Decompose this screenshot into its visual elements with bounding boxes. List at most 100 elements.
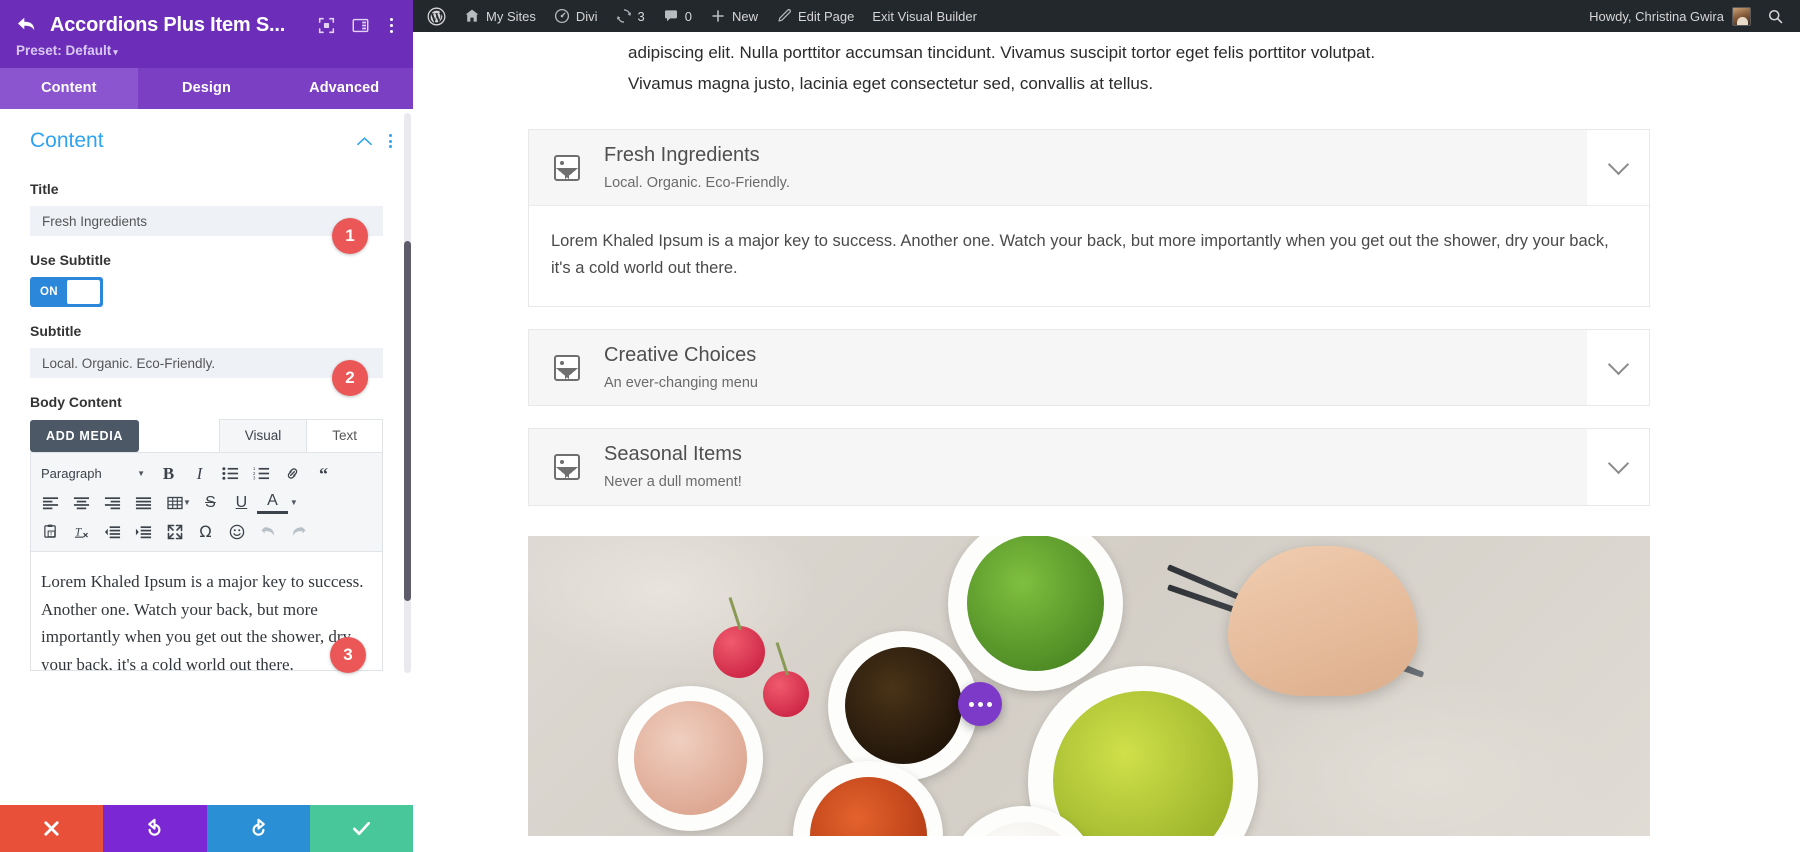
outdent-icon[interactable] — [97, 518, 128, 546]
undo-icon[interactable] — [252, 518, 283, 546]
updates-count: 3 — [637, 8, 645, 24]
updates-menu[interactable]: 3 — [607, 0, 654, 32]
comments-menu[interactable]: 0 — [654, 0, 701, 32]
align-left-icon[interactable] — [35, 489, 66, 517]
panel-title: Accordions Plus Item S... — [50, 14, 286, 36]
text-color-icon[interactable]: A — [256, 492, 288, 514]
indent-icon[interactable] — [128, 518, 159, 546]
accordion-body: Lorem Khaled Ipsum is a major key to suc… — [529, 205, 1649, 305]
use-subtitle-toggle[interactable]: ON — [30, 277, 103, 307]
editor-topbar: ADD MEDIA Visual Text — [30, 419, 383, 452]
numbered-list-icon[interactable]: 123 — [246, 460, 277, 488]
screen-root: My Sites Divi 3 0 New Edit Page Exit Vis… — [0, 0, 1800, 852]
editor-tab-visual[interactable]: Visual — [218, 419, 308, 452]
editor-mode-tabs: Visual Text — [218, 419, 383, 452]
chevron-down-icon — [1607, 353, 1629, 376]
accordion-header[interactable]: Fresh Ingredients Local. Organic. Eco-Fr… — [529, 130, 1649, 206]
link-icon[interactable] — [277, 460, 308, 488]
my-sites-menu[interactable]: My Sites — [455, 0, 545, 32]
avatar — [1732, 6, 1751, 26]
subtitle-label: Subtitle — [30, 323, 82, 339]
accordion-toggle[interactable] — [1587, 130, 1649, 206]
paragraph-line-2: Vivamus magna justo, lacinia eget consec… — [628, 73, 1154, 93]
accordion-header-text: Fresh Ingredients Local. Organic. Eco-Fr… — [604, 130, 1587, 205]
divi-dashboard-icon — [554, 8, 570, 24]
expand-icon[interactable] — [318, 17, 335, 34]
tab-design[interactable]: Design — [138, 68, 276, 109]
undo-button[interactable] — [103, 805, 207, 852]
more-options-icon[interactable] — [386, 16, 397, 35]
body-editor: ADD MEDIA Visual Text Paragraph ▼ B I 1 … — [30, 419, 383, 673]
wp-admin-bar: My Sites Divi 3 0 New Edit Page Exit Vis… — [413, 0, 1800, 32]
accordion-item-creative-choices: Creative Choices An ever-changing menu — [528, 328, 1650, 407]
badge-1: 1 — [332, 218, 368, 254]
editor-toolbar: Paragraph ▼ B I 123 “ ▼ S U A ▼ T T Ω — [30, 452, 383, 551]
clear-formatting-icon[interactable]: T — [66, 518, 97, 546]
wordpress-logo-icon — [427, 7, 446, 26]
accordion-title: Creative Choices — [604, 343, 757, 366]
redo-button[interactable] — [206, 805, 310, 852]
accordion-toggle[interactable] — [1587, 429, 1649, 505]
accordion-icon-wrap — [529, 130, 604, 205]
search-icon[interactable] — [1757, 8, 1800, 25]
section-options-icon[interactable] — [386, 134, 395, 148]
exit-visual-builder-button[interactable]: Exit Visual Builder — [863, 0, 986, 32]
floating-options-button[interactable] — [958, 682, 1002, 726]
fullscreen-icon[interactable] — [159, 518, 190, 546]
accordion-icon-wrap — [529, 429, 604, 504]
svg-text:T: T — [74, 526, 81, 538]
panel-tabs: Content Design Advanced — [0, 68, 413, 109]
underline-icon[interactable]: U — [226, 489, 257, 517]
add-media-button[interactable]: ADD MEDIA — [30, 420, 140, 452]
accordion-header-text: Creative Choices An ever-changing menu — [604, 330, 1587, 405]
special-character-icon[interactable]: Ω — [190, 518, 221, 546]
panel-layout-icon[interactable] — [352, 17, 369, 34]
content-section-header: Content — [0, 109, 413, 165]
editor-tab-text[interactable]: Text — [306, 419, 383, 452]
strikethrough-icon[interactable]: S — [195, 489, 226, 517]
howdy-label: Howdy, Christina Gwira — [1589, 8, 1724, 24]
bulleted-list-icon[interactable] — [215, 460, 246, 488]
use-subtitle-label: Use Subtitle — [30, 252, 111, 268]
chevron-up-icon[interactable] — [357, 136, 372, 146]
save-button[interactable] — [309, 805, 413, 852]
format-select[interactable]: Paragraph ▼ — [35, 460, 153, 488]
my-sites-label: My Sites — [486, 8, 536, 24]
accordion-title: Fresh Ingredients — [604, 144, 760, 167]
emoji-icon[interactable] — [221, 518, 252, 546]
title-input[interactable]: Fresh Ingredients — [30, 206, 383, 236]
accordion-toggle[interactable] — [1587, 329, 1649, 406]
discard-button[interactable] — [0, 805, 104, 852]
image-placeholder-icon — [553, 453, 580, 480]
align-justify-icon[interactable] — [128, 489, 159, 517]
panel-action-bar — [0, 805, 413, 852]
blockquote-icon[interactable]: “ — [308, 460, 339, 488]
tab-content[interactable]: Content — [0, 68, 138, 109]
accordion-header[interactable]: Seasonal Items Never a dull moment! — [529, 429, 1649, 505]
paste-as-text-icon[interactable]: T — [35, 518, 66, 546]
preset-selector[interactable]: Preset: Default ▾ — [16, 43, 397, 58]
subtitle-input[interactable]: Local. Organic. Eco-Friendly. — [30, 348, 383, 378]
divi-menu[interactable]: Divi — [545, 0, 607, 32]
badge-2: 2 — [332, 360, 368, 396]
accordion-subtitle: An ever-changing menu — [604, 374, 758, 391]
align-right-icon[interactable] — [97, 489, 128, 517]
accordion-subtitle: Never a dull moment! — [604, 474, 742, 491]
align-center-icon[interactable] — [66, 489, 97, 517]
new-content-menu[interactable]: New — [701, 0, 767, 32]
table-dropdown-caret[interactable]: ▼ — [183, 498, 191, 507]
accordion-icon-wrap — [529, 330, 604, 405]
edit-page-button[interactable]: Edit Page — [767, 0, 863, 32]
tab-advanced[interactable]: Advanced — [275, 68, 413, 109]
paragraph-line-1: adipiscing elit. Nulla porttitor accumsa… — [628, 43, 1376, 62]
account-menu[interactable]: Howdy, Christina Gwira — [1589, 6, 1757, 26]
toolbar-row-2: ▼ S U A ▼ — [35, 488, 378, 517]
accordion-list: Fresh Ingredients Local. Organic. Eco-Fr… — [413, 129, 1800, 506]
redo-icon[interactable] — [283, 518, 314, 546]
bold-icon[interactable]: B — [153, 460, 184, 488]
text-color-dropdown-caret[interactable]: ▼ — [290, 498, 298, 507]
back-arrow-icon[interactable] — [16, 15, 38, 37]
italic-icon[interactable]: I — [184, 460, 215, 488]
accordion-header[interactable]: Creative Choices An ever-changing menu — [529, 329, 1649, 406]
wordpress-logo-button[interactable] — [413, 0, 455, 32]
